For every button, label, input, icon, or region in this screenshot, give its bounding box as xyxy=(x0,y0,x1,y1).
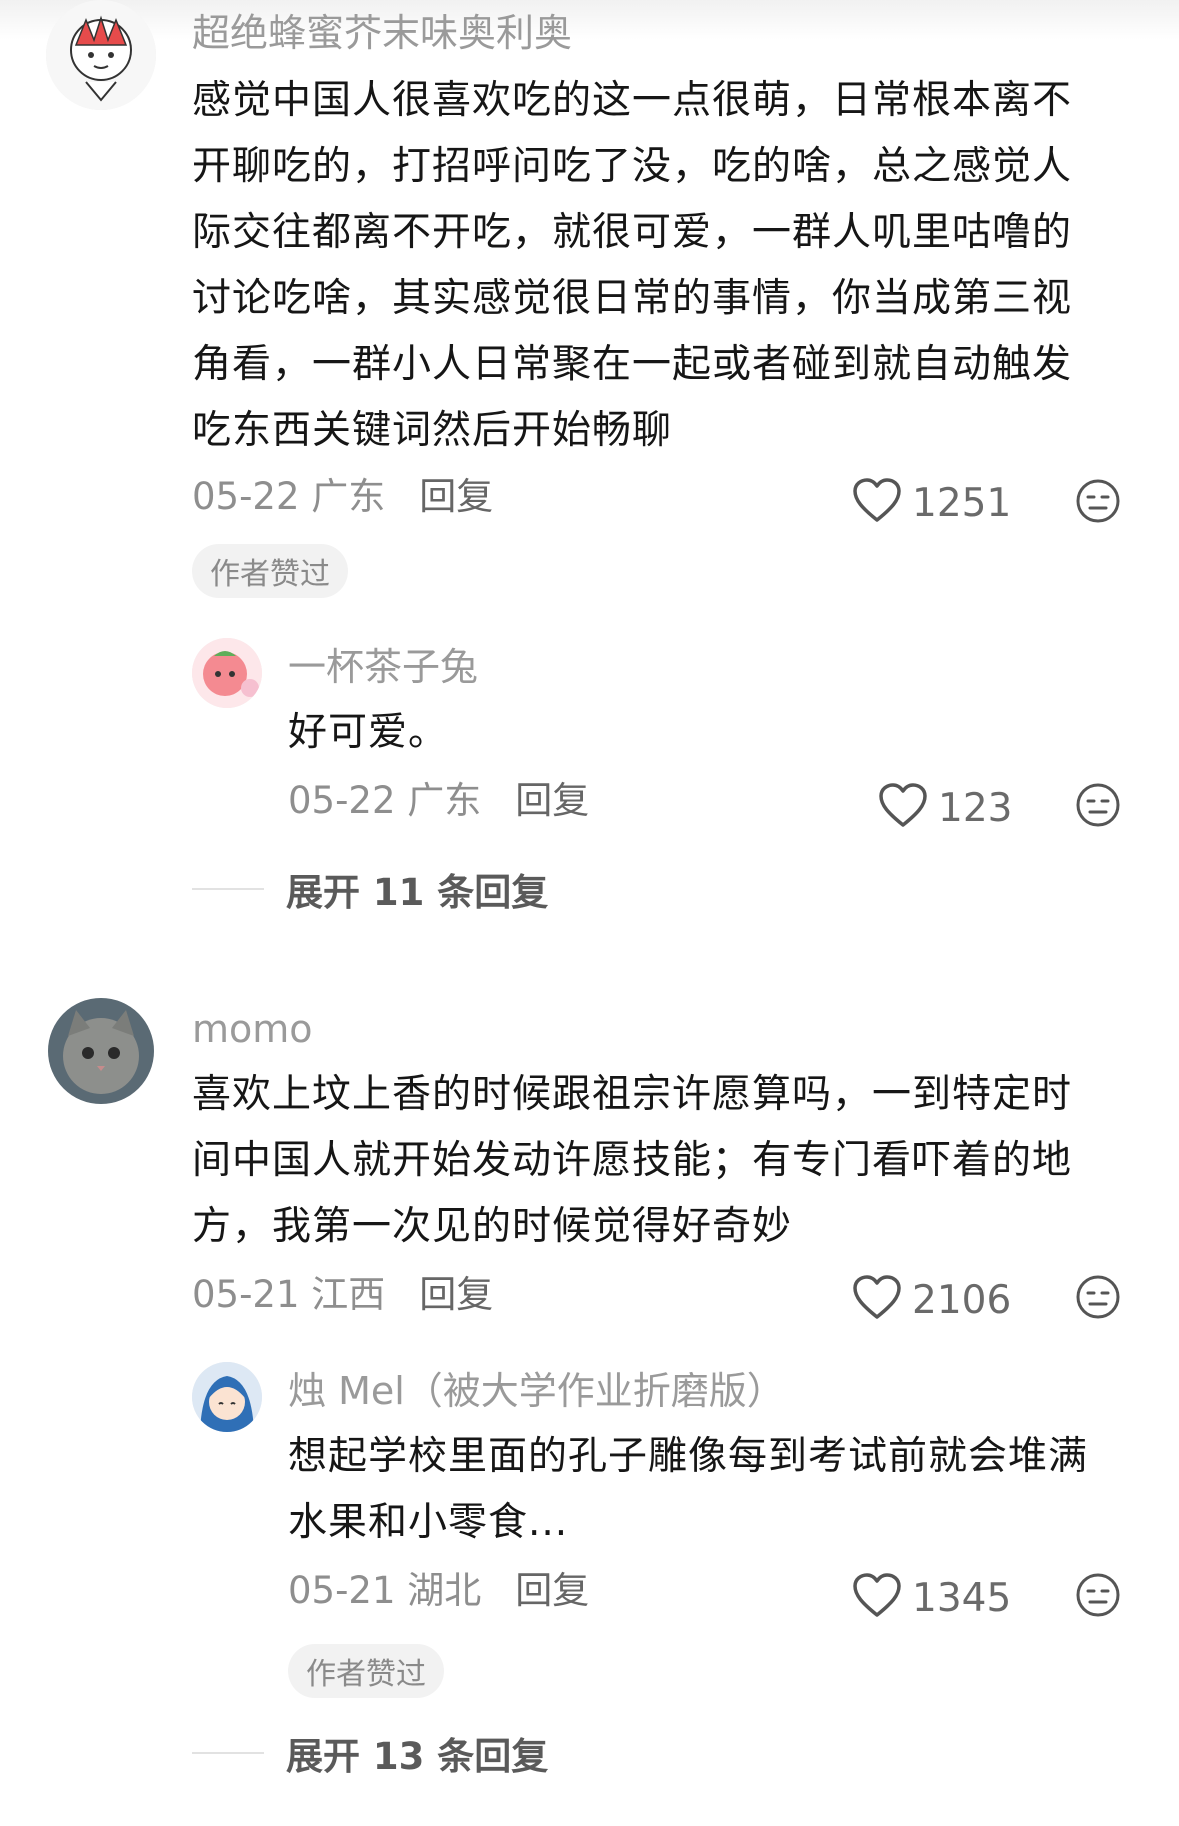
like-button[interactable]: 1345 xyxy=(852,1572,1011,1625)
comment-username[interactable]: momo xyxy=(192,1010,313,1048)
reply-date: 05-22 xyxy=(288,779,396,822)
meh-face-icon xyxy=(1076,479,1120,523)
reply-button[interactable]: 回复 xyxy=(419,1276,493,1313)
reply-date: 05-21 xyxy=(288,1569,396,1612)
dislike-button[interactable] xyxy=(1075,1572,1121,1618)
reply-username[interactable]: 一杯茶子兔 xyxy=(288,648,478,686)
comment-location: 广东 xyxy=(311,475,386,518)
reply-text: 想起学校里面的孔子雕像每到考试前就会堆满水果和小零食... xyxy=(288,1434,1089,1545)
comment-text: 喜欢上坟上香的时候跟祖宗许愿算吗，一到特定时间中国人就开始发动许愿技能；有专门看… xyxy=(192,1072,1073,1249)
dislike-button[interactable] xyxy=(1075,1274,1121,1320)
expand-replies-label: 展开 13 条回复 xyxy=(286,1735,549,1778)
like-count: 1251 xyxy=(912,481,1012,526)
comment-text: 感觉中国人很喜欢吃的这一点很萌，日常根本离不开聊吃的，打招呼问吃了没，吃的啥，总… xyxy=(192,78,1073,453)
heart-outline-icon xyxy=(878,782,928,835)
heart-outline-icon xyxy=(852,1274,902,1327)
avatar[interactable] xyxy=(46,0,156,110)
meh-face-icon xyxy=(1076,1573,1120,1617)
avatar[interactable] xyxy=(192,638,262,708)
reply-button[interactable]: 回复 xyxy=(515,1572,589,1609)
like-count: 2106 xyxy=(912,1278,1012,1323)
divider xyxy=(192,888,264,890)
like-count: 123 xyxy=(938,786,1013,831)
author-liked-badge: 作者赞过 xyxy=(192,544,348,598)
reply-location: 广东 xyxy=(407,779,482,822)
dislike-button[interactable] xyxy=(1075,782,1121,828)
top-fade xyxy=(0,0,1179,40)
avatar[interactable] xyxy=(192,1362,262,1432)
comment-location: 江西 xyxy=(311,1273,386,1316)
heart-outline-icon xyxy=(852,1572,902,1625)
reply-meta: 05-21 湖北 回复 xyxy=(288,1572,589,1609)
dislike-button[interactable] xyxy=(1075,478,1121,524)
expand-replies-button[interactable]: 展开 11 条回复 xyxy=(192,862,548,916)
expand-replies-label: 展开 11 条回复 xyxy=(286,871,549,914)
meh-face-icon xyxy=(1076,783,1120,827)
comment-date: 05-22 xyxy=(192,475,300,518)
like-button[interactable]: 1251 xyxy=(852,477,1011,530)
divider xyxy=(192,1752,264,1754)
comment-date: 05-21 xyxy=(192,1273,300,1316)
heart-outline-icon xyxy=(852,477,902,530)
reply-username[interactable]: 烛 Mel（被大学作业折磨版） xyxy=(288,1372,785,1410)
meh-face-icon xyxy=(1076,1275,1120,1319)
reply-button[interactable]: 回复 xyxy=(515,782,589,819)
comment-username[interactable]: 超绝蜂蜜芥末味奥利奥 xyxy=(192,14,572,52)
expand-replies-button[interactable]: 展开 13 条回复 xyxy=(192,1726,548,1780)
like-button[interactable]: 2106 xyxy=(852,1274,1011,1327)
author-liked-badge: 作者赞过 xyxy=(288,1644,444,1698)
comment-meta: 05-21 江西 回复 xyxy=(192,1276,493,1313)
like-count: 1345 xyxy=(912,1576,1012,1621)
reply-location: 湖北 xyxy=(407,1569,482,1612)
avatar[interactable] xyxy=(48,998,154,1104)
reply-meta: 05-22 广东 回复 xyxy=(288,782,589,819)
reply-button[interactable]: 回复 xyxy=(419,478,493,515)
like-button[interactable]: 123 xyxy=(878,782,1012,835)
reply-text: 好可爱。 xyxy=(288,710,449,755)
comment-meta: 05-22 广东 回复 xyxy=(192,478,493,515)
